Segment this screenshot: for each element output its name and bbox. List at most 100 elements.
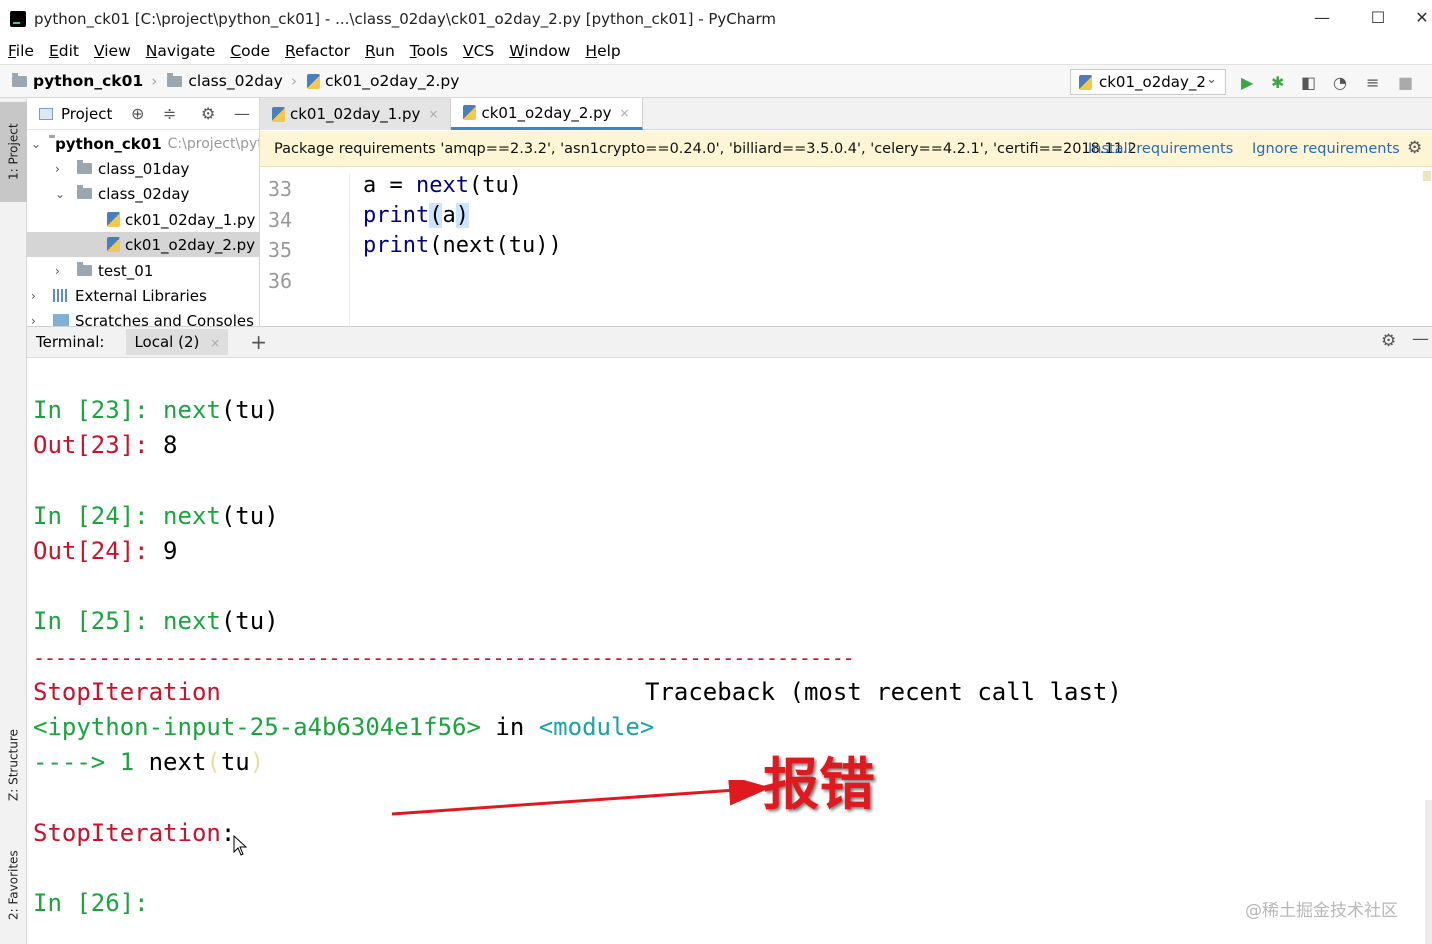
minimize-button[interactable]: —	[1310, 8, 1334, 27]
menu-edit[interactable]: Edit	[49, 42, 79, 60]
annotation-arrow	[391, 780, 770, 816]
tree-item-external-libraries[interactable]: › External Libraries	[31, 283, 207, 308]
menu-navigate[interactable]: Navigate	[146, 42, 216, 60]
terminal-line: In [26]:	[33, 889, 149, 917]
tree-item-test-01[interactable]: › test_01	[55, 258, 153, 283]
chevron-right-icon[interactable]: ›	[55, 264, 69, 278]
project-view-icon	[39, 107, 53, 120]
window-title: python_ck01 [C:\project\python_ck01] - .…	[34, 10, 776, 28]
traceback-header: Traceback (most recent call last)	[645, 678, 1122, 706]
terminal-line: Out[24]: 9	[33, 537, 178, 565]
menu-help[interactable]: Help	[585, 42, 620, 60]
tree-item-class-02day[interactable]: ⌄ class_02day	[55, 181, 189, 206]
line-number: 34	[268, 208, 293, 232]
run-icon[interactable]: ▶	[1241, 73, 1253, 92]
menu-run[interactable]: Run	[365, 42, 395, 60]
close-tab-icon[interactable]: ×	[210, 336, 220, 350]
chevron-right-icon[interactable]: ›	[31, 314, 45, 327]
terminal-header: Terminal: Local (2) × + ⚙ —	[27, 326, 1432, 358]
menu-tools[interactable]: Tools	[410, 42, 448, 60]
tree-item-scratches[interactable]: › Scratches and Consoles	[31, 308, 254, 326]
line-number: 35	[268, 238, 293, 262]
terminal-tab-local-2[interactable]: Local (2) ×	[126, 329, 229, 355]
title-bar: python_ck01 [C:\project\python_ck01] - .…	[0, 0, 1432, 38]
gear-icon[interactable]: ⚙	[201, 104, 215, 123]
library-icon	[53, 289, 69, 302]
python-file-icon	[107, 237, 120, 252]
terminal-line: <ipython-input-25-a4b6304e1f56> in <modu…	[33, 713, 655, 741]
code-editor[interactable]: 33 34 35 36 a = next(tu) print(a) print(…	[260, 167, 1432, 326]
editor-tab-bar: ck01_02day_1.py × ck01_o2day_2.py ×	[260, 98, 1432, 130]
folder-icon	[12, 72, 27, 87]
install-requirements-link[interactable]: Install requirements	[1088, 141, 1233, 157]
new-terminal-button[interactable]: +	[250, 330, 267, 354]
banner-message: Package requirements 'amqp==2.3.2', 'asn…	[274, 140, 1137, 157]
terminal-scrollbar[interactable]	[1425, 800, 1432, 944]
terminal-line: ----> 1 next(tu)	[33, 748, 265, 776]
terminal-output[interactable]: In [23]: next(tu) Out[23]: 8 In [24]: ne…	[27, 358, 1427, 944]
ignore-requirements-link[interactable]: Ignore requirements	[1252, 141, 1400, 157]
tree-item-ck01-02day-1[interactable]: ck01_02day_1.py	[107, 207, 255, 232]
menu-window[interactable]: Window	[509, 42, 570, 60]
gear-icon[interactable]: ⚙	[1407, 138, 1422, 158]
tab-ck01-02day-1[interactable]: ck01_02day_1.py ×	[260, 98, 452, 130]
menu-vcs[interactable]: VCS	[463, 42, 494, 60]
python-file-icon	[463, 105, 477, 120]
gear-icon[interactable]: ⚙	[1381, 331, 1396, 351]
menu-file[interactable]: File	[8, 42, 34, 60]
terminal-line: Out[23]: 8	[33, 431, 178, 459]
code-line: print(next(tu))	[363, 233, 562, 258]
chevron-down-icon: ⌄	[1206, 72, 1217, 87]
python-file-icon	[307, 73, 321, 89]
error-annotation: 报错	[763, 753, 875, 818]
debug-icon[interactable]: ✱	[1271, 73, 1284, 92]
terminal-label: Terminal:	[36, 333, 105, 351]
chevron-right-icon[interactable]: ›	[31, 289, 45, 303]
tree-item-class-01day[interactable]: › class_01day	[55, 156, 189, 181]
menu-view[interactable]: View	[94, 42, 131, 60]
collapse-all-icon[interactable]: ≑	[163, 104, 176, 123]
run-config-selector[interactable]: ck01_o2day_2 ⌄	[1070, 69, 1226, 95]
structure-tool-tab[interactable]: Z: Structure	[0, 710, 27, 820]
project-panel: Project ⊕ ≑ ⚙ — ⌄ python_ck01 C:\project…	[27, 98, 260, 326]
terminal-line: In [25]: next(tu)	[33, 607, 279, 635]
scratches-icon	[53, 314, 69, 326]
tree-item-ck01-o2day-2[interactable]: ck01_o2day_2.py	[27, 232, 259, 257]
chevron-down-icon[interactable]: ⌄	[55, 187, 69, 201]
folder-icon	[77, 160, 92, 174]
close-tab-icon[interactable]: ×	[620, 106, 630, 120]
profile-icon[interactable]: ◔	[1333, 73, 1347, 92]
close-tab-icon[interactable]: ×	[428, 107, 438, 121]
traceback-separator: ----------------------------------------…	[33, 646, 855, 670]
navigation-bar: python_ck01 › class_02day › ck01_o2day_2…	[0, 64, 1432, 98]
line-number: 33	[268, 177, 293, 201]
breadcrumb-folder[interactable]: class_02day ›	[167, 72, 297, 90]
breadcrumb-file[interactable]: ck01_o2day_2.py	[307, 72, 459, 90]
chevron-down-icon[interactable]: ⌄	[31, 137, 41, 151]
line-number: 36	[268, 269, 293, 293]
breadcrumb-project[interactable]: python_ck01 ›	[12, 72, 157, 90]
favorites-tool-tab[interactable]: 2: Favorites	[0, 830, 27, 940]
python-file-icon	[272, 106, 285, 122]
hide-icon[interactable]: —	[234, 104, 250, 123]
editor-marker	[1423, 171, 1431, 181]
maximize-button[interactable]: ☐	[1366, 8, 1390, 27]
folder-icon	[167, 72, 183, 87]
tree-item-python-ck01[interactable]: ⌄ python_ck01 C:\project\python_ck01	[31, 131, 259, 156]
locate-icon[interactable]: ⊕	[131, 104, 144, 123]
chevron-right-icon[interactable]: ›	[55, 162, 69, 176]
menu-code[interactable]: Code	[230, 42, 270, 60]
project-view-label[interactable]: Project	[61, 105, 112, 123]
project-tool-tab[interactable]: 1: Project	[0, 102, 27, 202]
menu-refactor[interactable]: Refactor	[285, 42, 350, 60]
concurrency-icon[interactable]: ≡	[1366, 73, 1379, 92]
hide-icon[interactable]: —	[1412, 329, 1429, 349]
left-tool-strip: 1: Project Z: Structure 2: Favorites	[0, 98, 27, 944]
stop-icon[interactable]: ■	[1398, 73, 1413, 92]
close-button[interactable]: ✕	[1412, 8, 1432, 27]
coverage-icon[interactable]: ◧	[1301, 73, 1316, 92]
watermark: @稀土掘金技术社区	[1245, 901, 1398, 921]
code-line: a = next(tu)	[363, 173, 522, 198]
tab-ck01-o2day-2[interactable]: ck01_o2day_2.py ×	[451, 98, 643, 130]
project-panel-header: Project ⊕ ≑ ⚙ —	[27, 98, 259, 130]
